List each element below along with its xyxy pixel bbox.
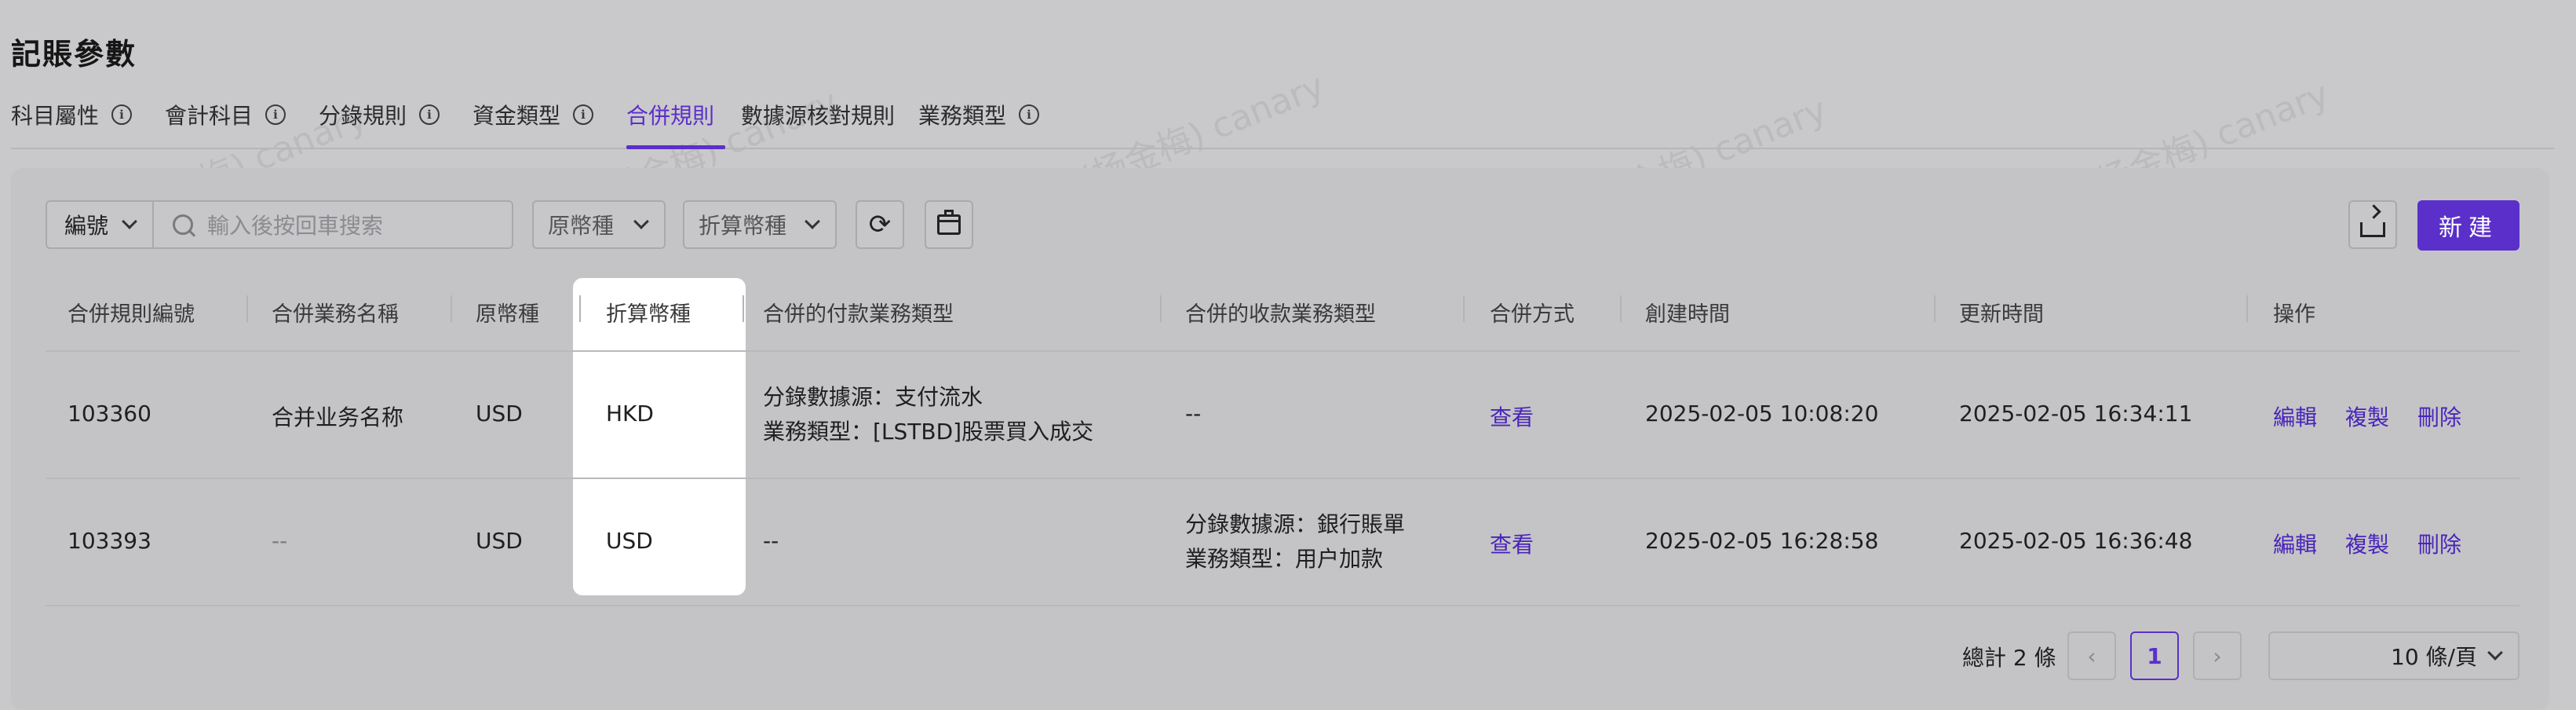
cell-receipt-type: 業務類型：用户加款 [1185, 546, 1384, 572]
page-number-button[interactable]: 1 [2130, 631, 2179, 680]
tab-label: 合併規則 [626, 103, 715, 129]
delete-link[interactable]: 刪除 [2417, 528, 2461, 559]
row-divider [46, 350, 2519, 352]
column-divider [743, 295, 744, 322]
column-header: 合併的收款業務類型 [1185, 302, 1376, 327]
tab-label: 會計科目 [165, 103, 254, 129]
edit-link[interactable]: 編輯 [2273, 401, 2317, 432]
pagination-total: 總計 2 條 [1962, 645, 2056, 671]
cell-created-time: 2025-02-05 16:28:58 [1645, 528, 1879, 554]
info-icon[interactable]: i [419, 104, 440, 125]
cell-payment-type: 業務類型：[LSTBD]股票買入成交 [763, 419, 1094, 445]
copy-link[interactable]: 複製 [2345, 401, 2389, 432]
column-header: 合併方式 [1490, 302, 1574, 327]
cell-receipt-source: -- [1185, 401, 1202, 426]
search-icon [173, 214, 196, 237]
clear-filter-button[interactable] [925, 200, 973, 249]
cell-receipt-source: 分錄數據源：銀行賬單 [1185, 511, 1406, 537]
delete-link[interactable]: 刪除 [2417, 401, 2461, 432]
tab-entry-rules[interactable]: 分錄規則 i [319, 97, 440, 132]
cell-rule-id: 103393 [68, 528, 151, 554]
column-header: 更新時間 [1959, 302, 2044, 327]
view-link[interactable]: 查看 [1490, 401, 1534, 432]
cell-business-name: 合并业务名称 [272, 404, 404, 430]
cell-payment-source: 分錄數據源：支付流水 [763, 384, 983, 410]
info-icon[interactable]: i [1019, 104, 1040, 125]
column-divider [2246, 295, 2248, 322]
column-header: 折算幣種 [606, 302, 691, 327]
column-header: 合併規則編號 [68, 302, 195, 327]
copy-link[interactable]: 複製 [2345, 528, 2389, 559]
chevron-down-icon [633, 214, 649, 229]
tab-merge-rules[interactable]: 合併規則 [626, 97, 714, 132]
chevron-left-icon: ‹ [2087, 642, 2096, 669]
cell-original-currency: USD [476, 528, 523, 554]
cell-original-currency: USD [476, 401, 523, 426]
cell-payment-source: -- [763, 528, 779, 554]
field-select-value: 編號 [64, 213, 109, 239]
column-divider [1463, 295, 1465, 322]
tab-label: 數據源核對規則 [741, 103, 896, 129]
active-tab-indicator [626, 145, 725, 149]
chevron-down-icon [122, 214, 137, 229]
tab-business-types[interactable]: 業務類型 i [918, 97, 1040, 132]
row-divider [46, 478, 2519, 479]
info-icon[interactable]: i [573, 104, 594, 125]
tab-label: 資金類型 [473, 103, 561, 129]
refresh-icon: ⟳ [868, 209, 892, 240]
cell-converted-currency: HKD [606, 401, 654, 426]
refresh-button[interactable]: ⟳ [856, 200, 904, 249]
edit-link[interactable]: 編輯 [2273, 528, 2317, 559]
cell-rule-id: 103360 [68, 401, 151, 426]
content-card [11, 168, 2549, 710]
field-select[interactable]: 編號 [46, 200, 154, 249]
column-header: 操作 [2273, 302, 2315, 327]
chevron-down-icon [2487, 645, 2503, 661]
cell-updated-time: 2025-02-05 16:36:48 [1959, 528, 2193, 554]
filter-label: 原幣種 [548, 213, 615, 239]
chevron-right-icon: › [2213, 642, 2222, 669]
cell-converted-currency: USD [606, 528, 653, 554]
search-input[interactable]: 輸入後按回車搜索 [152, 200, 513, 249]
page-title: 記賬參數 [11, 37, 137, 71]
page-size-value: 10 條/頁 [2391, 644, 2477, 670]
column-divider [579, 295, 581, 322]
export-icon [2360, 203, 2385, 237]
row-divider [46, 605, 2519, 606]
column-header: 原幣種 [476, 302, 539, 327]
converted-currency-filter[interactable]: 折算幣種 [683, 200, 837, 249]
column-divider [246, 295, 248, 322]
column-divider [1160, 295, 1162, 322]
info-icon[interactable]: i [111, 104, 133, 125]
tab-account-attributes[interactable]: 科目屬性 i [11, 97, 133, 132]
search-placeholder: 輸入後按回車搜索 [207, 213, 384, 239]
original-currency-filter[interactable]: 原幣種 [532, 200, 666, 249]
column-divider [1620, 295, 1622, 322]
cell-business-name: -- [272, 528, 288, 554]
view-link[interactable]: 查看 [1490, 528, 1534, 559]
column-header: 創建時間 [1645, 302, 1730, 327]
export-button[interactable] [2348, 200, 2397, 249]
new-button[interactable]: 新建 [2417, 200, 2519, 251]
info-icon[interactable]: i [265, 104, 286, 125]
column-divider [451, 295, 452, 322]
chevron-down-icon [805, 214, 820, 229]
tab-label: 科目屬性 [11, 103, 100, 129]
column-divider [1934, 295, 1936, 322]
tab-label: 業務類型 [918, 103, 1007, 129]
tab-fund-types[interactable]: 資金類型 i [473, 97, 594, 132]
next-page-button[interactable]: › [2193, 631, 2242, 680]
column-header: 合併的付款業務類型 [763, 302, 954, 327]
prev-page-button[interactable]: ‹ [2067, 631, 2116, 680]
page-size-select[interactable]: 10 條/頁 [2268, 631, 2519, 680]
cell-created-time: 2025-02-05 10:08:20 [1645, 401, 1879, 426]
tab-bar: 科目屬性 i 會計科目 i 分錄規則 i 資金類型 i 合併規則 數據源核對規則 業務類… [11, 97, 2554, 149]
tab-label: 分錄規則 [319, 103, 407, 129]
eraser-icon [937, 210, 961, 235]
cell-updated-time: 2025-02-05 16:34:11 [1959, 401, 2193, 426]
tab-accounting-subjects[interactable]: 會計科目 i [165, 97, 286, 132]
tab-datasource-check-rules[interactable]: 數據源核對規則 [741, 97, 895, 132]
column-header: 合併業務名稱 [272, 302, 399, 327]
filter-label: 折算幣種 [699, 213, 787, 239]
